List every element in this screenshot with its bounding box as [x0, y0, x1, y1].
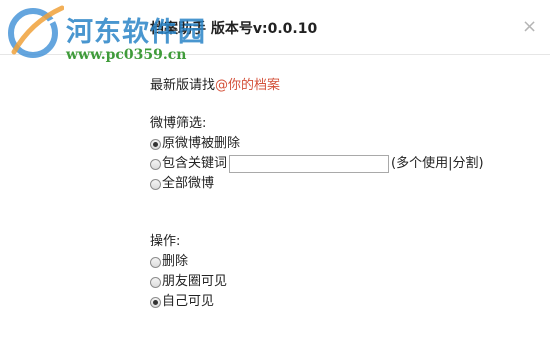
radio-delete[interactable] — [150, 256, 161, 268]
filter-label: 微博筛选: — [150, 116, 207, 131]
radio-all[interactable] — [150, 178, 161, 190]
filter-option-label: 包含关键词 — [162, 156, 228, 171]
keyword-input[interactable] — [229, 155, 390, 173]
action-option-label: 自己可见 — [162, 294, 215, 309]
filter-option-label: 全部微博 — [162, 176, 215, 191]
filter-option-keyword[interactable]: 包含关键词 (多个使用|分割) — [150, 154, 484, 174]
filter-option-all[interactable]: 全部微博 — [150, 174, 484, 194]
notice-text: 最新版请找 — [150, 78, 216, 93]
action-section-label: 操作: — [150, 232, 484, 252]
action-option-label: 删除 — [162, 254, 189, 269]
radio-keyword[interactable] — [150, 158, 161, 170]
action-option-label: 朋友圈可见 — [162, 274, 228, 289]
radio-self-visible[interactable] — [150, 296, 161, 308]
close-icon[interactable]: × — [522, 16, 537, 37]
radio-deleted[interactable] — [150, 138, 161, 150]
action-option-delete[interactable]: 删除 — [150, 252, 484, 272]
watermark-url: www.pc0359.cn — [66, 47, 187, 63]
action-option-friends[interactable]: 朋友圈可见 — [150, 272, 484, 292]
notice-line: 最新版请找 @你的档案 — [150, 76, 484, 96]
filter-option-label: 原微博被删除 — [162, 136, 241, 151]
filter-option-deleted[interactable]: 原微博被删除 — [150, 134, 484, 154]
radio-friends-visible[interactable] — [150, 276, 161, 288]
keyword-hint: (多个使用|分割) — [391, 156, 484, 171]
author-link[interactable]: @你的档案 — [215, 76, 280, 96]
watermark-logo — [8, 5, 64, 58]
filter-section-label: 微博筛选: — [150, 114, 484, 134]
watermark-brand: 河东软件园 — [66, 17, 206, 48]
main-content: 最新版请找 @你的档案 微博筛选: 原微博被删除 包含关键词 (多个使用|分割) … — [150, 76, 484, 312]
action-option-self[interactable]: 自己可见 — [150, 292, 484, 312]
action-label: 操作: — [150, 234, 181, 249]
